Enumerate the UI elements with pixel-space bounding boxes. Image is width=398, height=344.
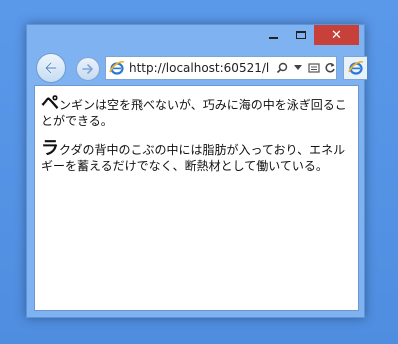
paragraph-text: クダの背中のこぶの中には脂肪が入っており、エネルギーを蓄えるだけでなく、断熱材と… [41,143,346,173]
paragraph-text: ンギンは空を飛べないが、巧みに海の中を泳ぎ回ることができる。 [41,98,347,128]
back-arrow-icon [44,61,58,75]
browser-tab[interactable] [343,56,367,80]
close-button[interactable]: ✕ [314,25,359,45]
minimize-icon [269,37,278,39]
refresh-icon[interactable] [323,61,336,75]
paragraph-penguin: ペンギンは空を飛べないが、巧みに海の中を泳ぎ回ることができる。 [41,93,352,129]
dropdown-icon[interactable] [291,61,304,75]
search-icon[interactable] [275,61,288,75]
paragraph-camel: ラクダの背中のこぶの中には脂肪が入っており、エネルギーを蓄えるだけでなく、断熱材… [41,138,352,174]
maximize-button[interactable] [287,25,314,45]
drop-initial: ペ [41,93,59,114]
minimize-button[interactable] [260,25,287,45]
back-button[interactable] [36,53,66,83]
address-bar[interactable]: http://localhost:60521/l [105,56,337,80]
ie-logo-icon [109,60,125,76]
address-text[interactable]: http://localhost:60521/l [129,61,273,75]
forward-button[interactable] [76,57,100,81]
caption-buttons: ✕ [260,25,359,47]
browser-window: ✕ http://localhost:60521/l ペンギンは空を飛べないが、… [26,24,367,318]
navigation-bar: http://localhost:60521/l [33,51,367,85]
page-content: ペンギンは空を飛べないが、巧みに海の中を泳ぎ回ることができる。 ラクダの背中のこ… [34,85,359,311]
ie-logo-icon [347,61,363,75]
forward-arrow-icon [82,64,93,74]
compatibility-icon[interactable] [307,61,320,75]
maximize-icon [295,31,306,39]
close-icon: ✕ [331,27,342,43]
drop-initial: ラ [41,138,59,159]
address-tools [275,61,336,75]
